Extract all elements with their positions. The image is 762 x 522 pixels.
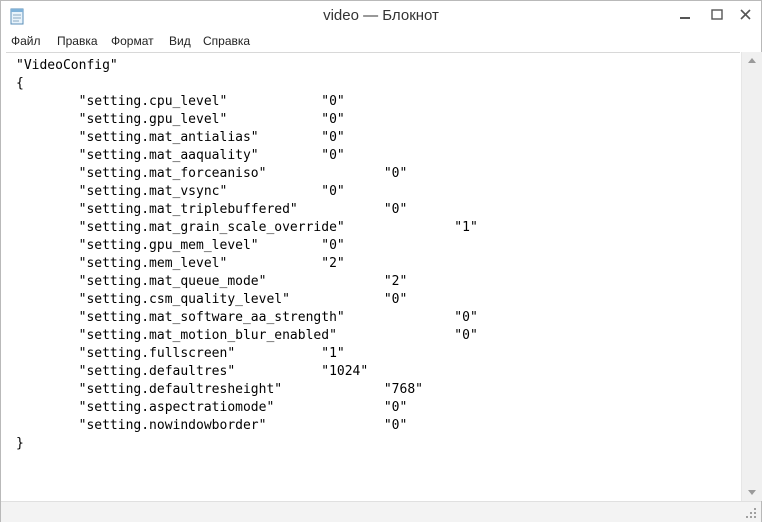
text-line: "setting.mem_level" "2" (16, 256, 345, 271)
menu-file[interactable]: Файл (11, 34, 41, 48)
menu-help[interactable]: Справка (203, 34, 250, 48)
text-line: "setting.nowindowborder" "0" (16, 418, 408, 433)
bottom-bar (1, 501, 761, 522)
text-line: "setting.mat_triplebuffered" "0" (16, 202, 408, 217)
text-line: "setting.mat_antialias" "0" (16, 130, 345, 145)
text-line: } (16, 436, 24, 451)
text-line: "setting.gpu_level" "0" (16, 112, 345, 127)
text-line: "setting.mat_aaquality" "0" (16, 148, 345, 163)
text-line: "setting.mat_motion_blur_enabled" "0" (16, 328, 478, 343)
text-line: "setting.cpu_level" "0" (16, 94, 345, 109)
close-icon[interactable] (731, 1, 761, 29)
scroll-thumb[interactable] (745, 72, 759, 480)
window-title: video — Блокнот (323, 7, 439, 24)
text-line: "VideoConfig" (16, 58, 118, 73)
menu-edit[interactable]: Правка (57, 34, 98, 48)
title-bar[interactable]: video — Блокнот (1, 1, 761, 31)
text-editor[interactable]: "VideoConfig" { "setting.cpu_level" "0" … (6, 52, 740, 503)
notepad-window: video — Блокнот Файл Правка Формат Вид С… (0, 0, 762, 522)
menu-format[interactable]: Формат (111, 34, 154, 48)
text-line: "setting.csm_quality_level" "0" (16, 292, 408, 307)
text-line: "setting.mat_software_aa_strength" "0" (16, 310, 478, 325)
scroll-down-arrow-icon[interactable] (742, 483, 762, 501)
text-line: "setting.gpu_mem_level" "0" (16, 238, 345, 253)
text-line: "setting.mat_forceaniso" "0" (16, 166, 408, 181)
text-line: "setting.aspectratiomode" "0" (16, 400, 408, 415)
text-line: { (16, 76, 24, 91)
text-line: "setting.mat_grain_scale_override" "1" (16, 220, 478, 235)
resize-grip-icon[interactable] (745, 507, 757, 519)
menu-bar: Файл Правка Формат Вид Справка (1, 31, 761, 51)
text-line: "setting.fullscreen" "1" (16, 346, 345, 361)
text-line: "setting.defaultres" "1024" (16, 364, 369, 379)
menu-view[interactable]: Вид (169, 34, 191, 48)
text-line: "setting.defaultresheight" "768" (16, 382, 423, 397)
text-line: "setting.mat_vsync" "0" (16, 184, 345, 199)
vertical-scrollbar[interactable] (741, 52, 762, 501)
text-line: "setting.mat_queue_mode" "2" (16, 274, 408, 289)
scroll-up-arrow-icon[interactable] (742, 52, 762, 70)
